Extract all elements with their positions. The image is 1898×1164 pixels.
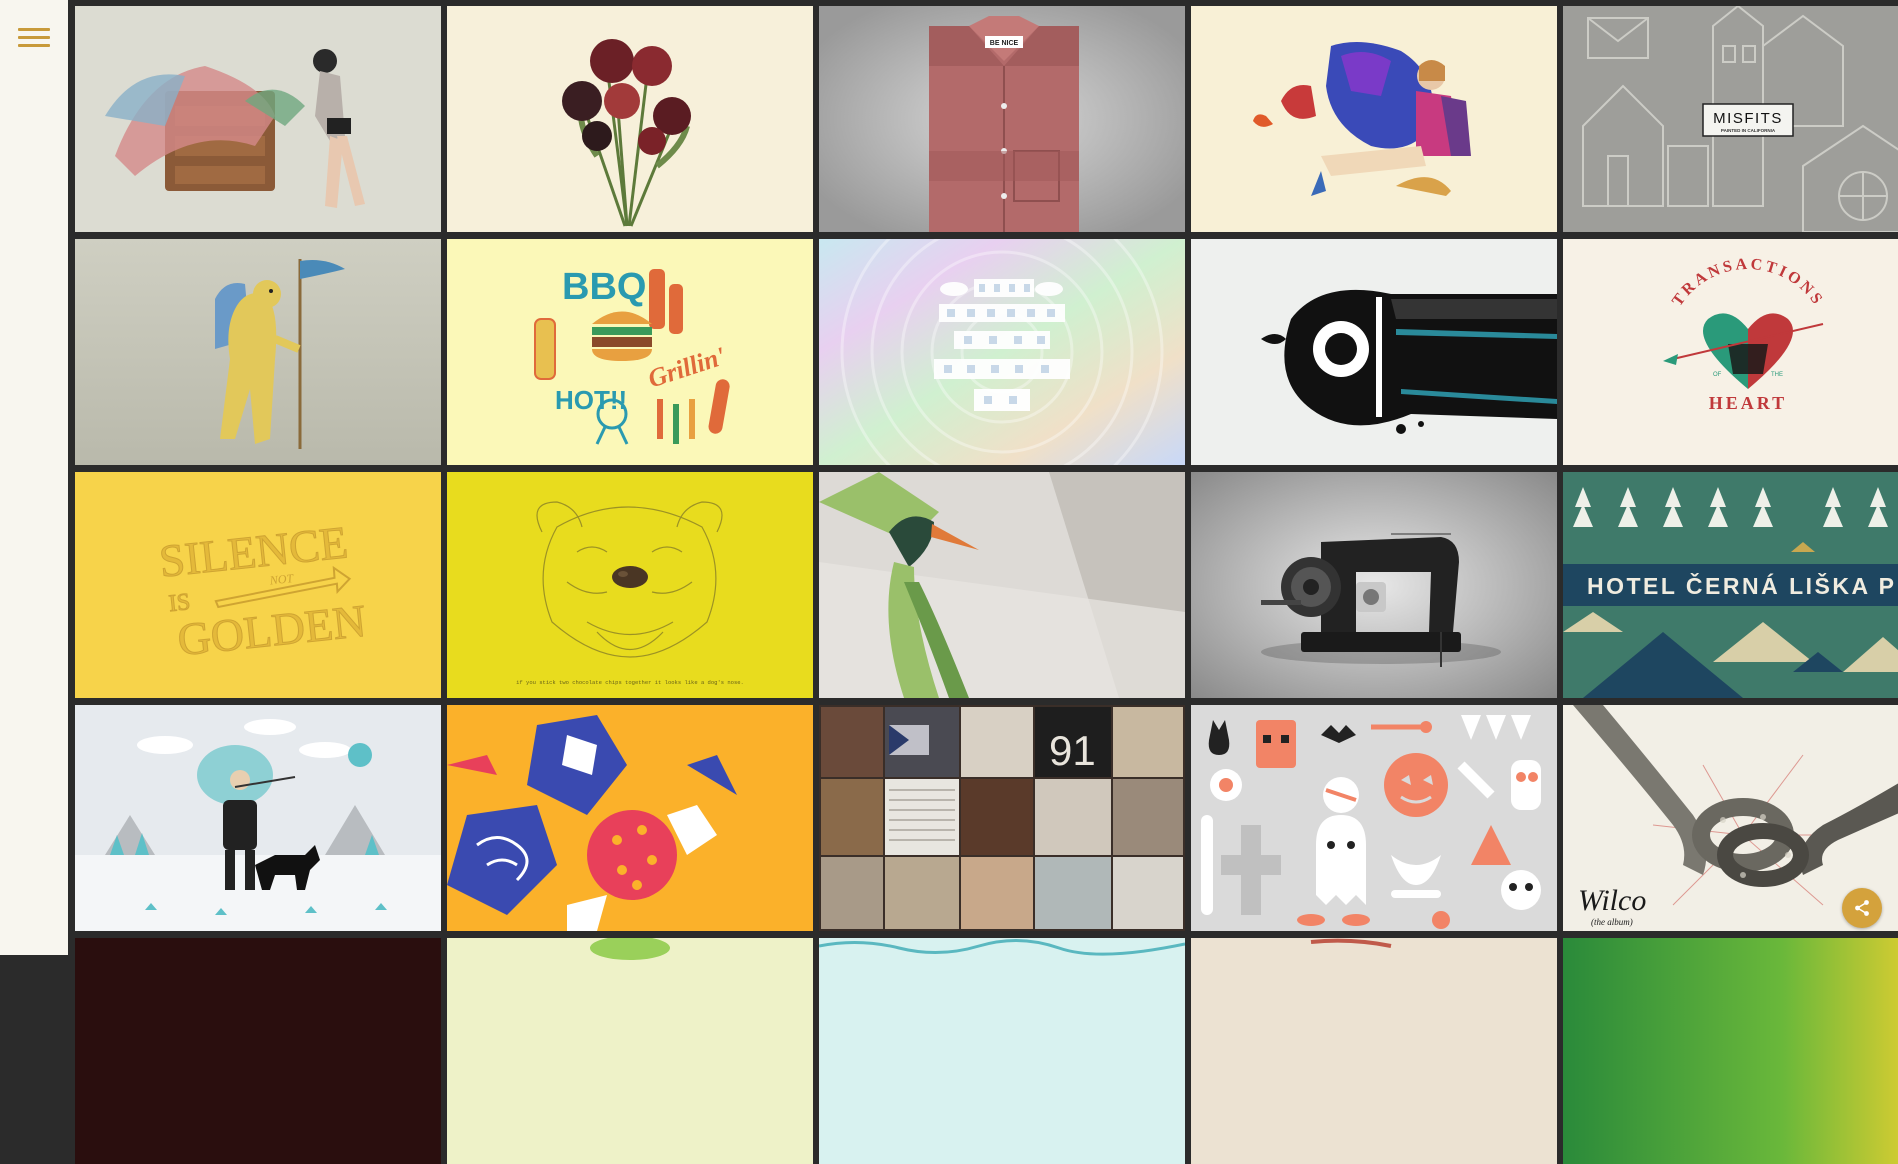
tile-row5-2[interactable] (447, 938, 813, 1164)
tile-silence-golden[interactable]: SILENCE IS GOLDEN NOT (75, 472, 441, 698)
sidebar (0, 0, 68, 955)
wilco-signature: Wilco (1578, 884, 1646, 917)
tile-frog-girl[interactable] (1191, 6, 1557, 232)
hotel-name-text: HOTEL ČERNÁ LIŠKA PRAHA (1587, 572, 1898, 599)
tile-holographic-type[interactable] (819, 239, 1185, 465)
tile-bbq-grillin[interactable]: BBQ HOT!! Grillin' (447, 239, 813, 465)
tile-photo-collage[interactable]: 91 (819, 705, 1185, 931)
tile-row5-1[interactable] (75, 938, 441, 1164)
tile-bulldog[interactable]: if you stick two chocolate chips togethe… (447, 472, 813, 698)
transactions-the-text: THE (1771, 372, 1783, 378)
tile-folded-shirt[interactable]: BE NICE (819, 6, 1185, 232)
share-icon (1855, 900, 1869, 916)
silence-not-text: NOT (268, 571, 295, 588)
tile-sewing-machine[interactable] (1191, 472, 1557, 698)
bulldog-caption: if you stick two chocolate chips togethe… (516, 679, 744, 686)
tile-row5-5[interactable] (1563, 938, 1898, 1164)
transactions-bottom-text: HEART (1709, 393, 1787, 413)
tile-winter-wolf[interactable] (75, 705, 441, 931)
tile-heron-geometric[interactable] (819, 472, 1185, 698)
transactions-of-text: OF (1713, 372, 1722, 378)
tile-dresser-woman[interactable] (75, 6, 441, 232)
bbq-word: BBQ (562, 266, 646, 308)
photo-number-text: 91 (1049, 727, 1096, 774)
tile-yellow-hiker[interactable] (75, 239, 441, 465)
shirt-tag-text: BE NICE (990, 40, 1019, 47)
misfits-subtitle: PAINTED IN CALIFORNIA (1721, 128, 1776, 133)
portfolio-grid: BE NICE MISFITS PAINTED IN CALIFORNIA BB… (75, 6, 1898, 1164)
tile-misfits[interactable]: MISFITS PAINTED IN CALIFORNIA (1563, 6, 1898, 232)
tile-orange-chickens[interactable] (447, 705, 813, 931)
tile-row5-3[interactable] (819, 938, 1185, 1164)
tile-transactions-heart[interactable]: TRANSACTIONS OF THE HEART (1563, 239, 1898, 465)
wilco-subtitle: (the album) (1591, 917, 1633, 927)
tile-flower-bouquet[interactable] (447, 6, 813, 232)
tile-row5-4[interactable] (1191, 938, 1557, 1164)
share-button[interactable] (1842, 888, 1882, 928)
tile-ink-splash-face[interactable] (1191, 239, 1557, 465)
hamburger-menu-icon[interactable] (18, 26, 50, 50)
misfits-title: MISFITS (1713, 110, 1783, 127)
tile-hotel-cerna-liska[interactable]: HOTEL ČERNÁ LIŠKA PRAHA (1563, 472, 1898, 698)
tile-halloween-icons[interactable] (1191, 705, 1557, 931)
